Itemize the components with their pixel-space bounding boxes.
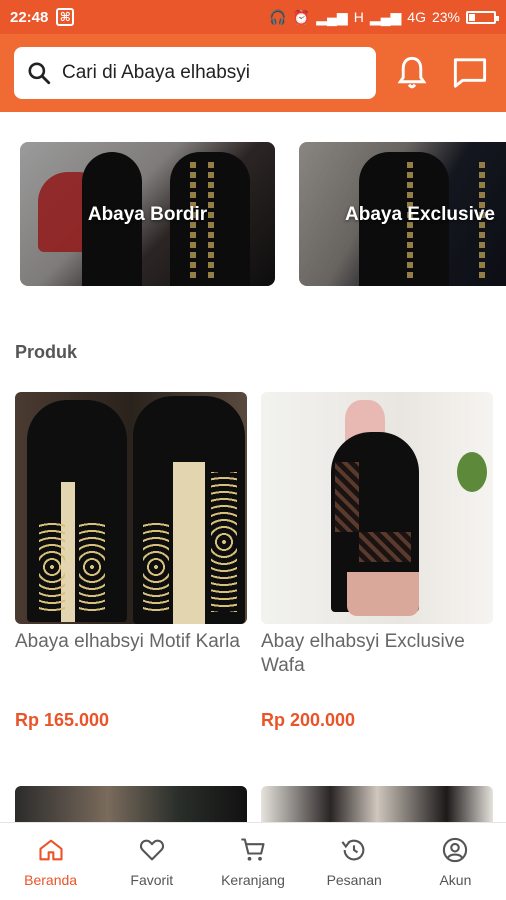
lace-detail <box>359 532 411 562</box>
category-label: Abaya Exclusive <box>345 204 495 225</box>
network-type-4g: 4G <box>407 9 426 25</box>
cart-icon <box>241 837 265 861</box>
nav-label: Pesanan <box>326 871 382 888</box>
search-input[interactable] <box>62 62 352 84</box>
signal-icon: ▂▄▆ <box>316 8 348 25</box>
search-bar[interactable] <box>14 47 376 99</box>
alarm-icon: ⏰ <box>292 8 311 25</box>
nav-label: Beranda <box>24 871 78 888</box>
signal-icon: ▂▄▆ <box>369 8 402 25</box>
home-icon <box>39 839 63 860</box>
account-icon <box>443 837 468 862</box>
nav-item-keranjang[interactable]: Keranjang <box>202 823 303 900</box>
history-icon <box>341 839 365 860</box>
product-price: Rp 200.000 <box>261 710 356 730</box>
product-image-partial[interactable] <box>15 786 247 826</box>
bottom-navigation: Beranda Favorit Keranjang Pesanan Akun <box>0 822 506 900</box>
category-card-abaya-exclusive[interactable]: Abaya Exclusive <box>299 142 506 286</box>
dress-panel <box>173 462 205 624</box>
search-icon <box>28 62 51 85</box>
ruffle-hem <box>347 572 419 616</box>
plant-decor <box>457 452 487 492</box>
category-card-abaya-bordir[interactable]: Abaya Bordir <box>20 142 275 286</box>
nav-item-favorit[interactable]: Favorit <box>101 823 202 900</box>
product-image[interactable] <box>15 392 247 624</box>
product-name[interactable]: Abay elhabsyi Exclusive Wafa <box>261 630 493 696</box>
embroidery-detail <box>79 522 105 612</box>
nav-item-akun[interactable]: Akun <box>405 823 506 900</box>
product-name[interactable]: Abaya elhabsyi Motif Karla <box>15 630 247 696</box>
bell-icon[interactable] <box>390 51 434 95</box>
battery-percent: 23% <box>431 9 460 25</box>
status-indicators: 🎧 ⏰ ▂▄▆ H ▂▄▆ 4G 23% <box>269 8 499 26</box>
app-notification-icon: ⌘ <box>56 8 75 26</box>
category-carousel[interactable]: Abaya Bordir Abaya Exclusive <box>0 142 506 288</box>
battery-icon <box>466 10 499 24</box>
status-time: 22:48 <box>10 8 49 26</box>
product-card[interactable]: Abay elhabsyi Exclusive Wafa Rp 200.000 <box>261 392 493 731</box>
embroidery-detail <box>211 472 237 612</box>
product-image[interactable] <box>261 392 493 624</box>
product-price: Rp 165.000 <box>15 710 110 730</box>
embroidery-detail <box>143 522 169 612</box>
nav-label: Keranjang <box>221 871 285 888</box>
lace-detail <box>335 462 359 532</box>
nav-item-pesanan[interactable]: Pesanan <box>304 823 405 900</box>
category-label: Abaya Bordir <box>87 204 208 225</box>
product-card[interactable]: Abaya elhabsyi Motif Karla Rp 165.000 <box>15 392 247 731</box>
heart-icon <box>139 839 164 860</box>
status-bar: 22:48 ⌘ 🎧 ⏰ ▂▄▆ H ▂▄▆ 4G 23% <box>0 0 506 34</box>
nav-item-beranda[interactable]: Beranda <box>0 823 101 900</box>
chat-icon[interactable] <box>448 51 492 95</box>
network-type-h: H <box>353 9 364 25</box>
nav-label: Favorit <box>130 871 174 888</box>
section-title-produk: Produk <box>15 342 78 362</box>
embroidery-detail <box>39 522 65 612</box>
headphones-icon: 🎧 <box>269 8 287 25</box>
nav-label: Akun <box>439 871 472 888</box>
app-header <box>0 34 506 112</box>
product-image-partial[interactable] <box>261 786 493 826</box>
